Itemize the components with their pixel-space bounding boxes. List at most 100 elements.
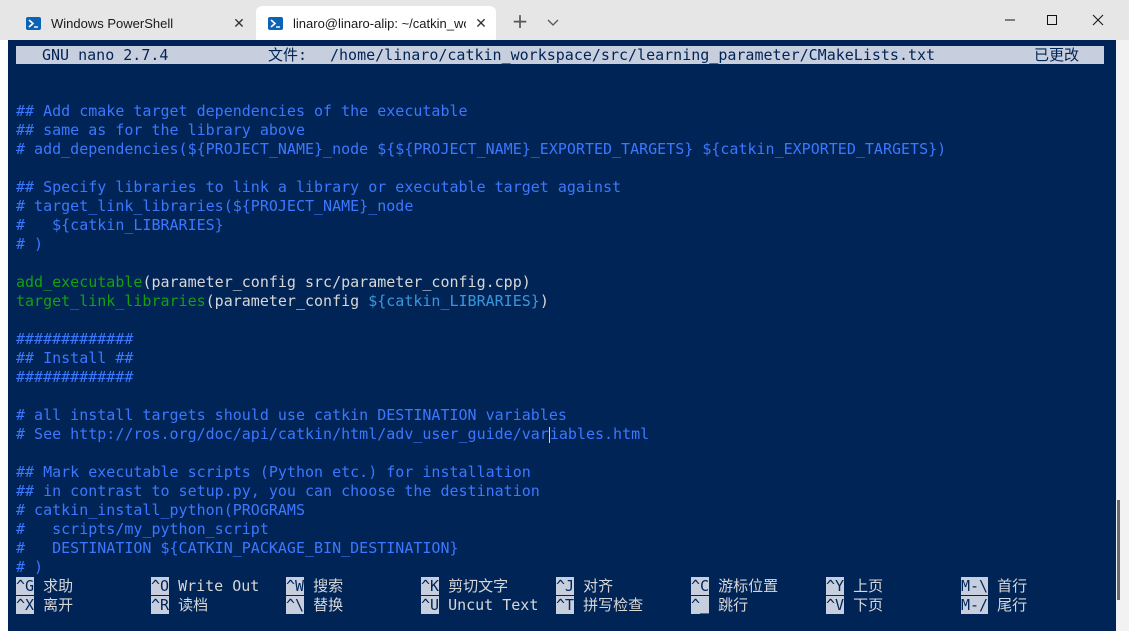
tab-windows-powershell[interactable]: Windows PowerShell ✕ [14, 6, 254, 40]
scrollbar-thumb[interactable] [1117, 500, 1120, 600]
shortcut-label: 离开 [43, 596, 74, 614]
modified-status: 已更改 [1034, 46, 1080, 64]
powershell-icon [268, 16, 283, 30]
line-text: # ) [16, 558, 44, 576]
line-text: # catkin_install_python(PROGRAMS [16, 501, 305, 519]
editor-line: # ${catkin_LIBRARIES} [16, 216, 1106, 235]
shortcut-label: 读档 [178, 596, 209, 614]
editor-line: # See http://ros.org/doc/api/catkin/html… [16, 425, 1106, 444]
shortcut-item: M-/ 尾行 [961, 596, 1027, 615]
editor-line: # ) [16, 235, 1106, 254]
editor-line: # DESTINATION ${CATKIN_PACKAGE_BIN_DESTI… [16, 539, 1106, 558]
shortcut-item: ^V 下页 [826, 596, 883, 615]
shortcut-key: ^\ [286, 596, 305, 614]
shortcut-key: ^X [16, 596, 35, 614]
shortcut-item: ^X 离开 [16, 596, 73, 615]
editor-line: # scripts/my_python_script [16, 520, 1106, 539]
shortcut-item: ^_ 跳行 [691, 596, 748, 615]
shortcut-item: ^U Uncut Text [421, 596, 538, 615]
line-text: ## Mark executable scripts (Python etc.)… [16, 463, 531, 481]
shortcut-label: 跳行 [718, 596, 749, 614]
editor-line: # add_dependencies(${PROJECT_NAME}_node … [16, 140, 1106, 159]
powershell-icon [26, 16, 41, 30]
editor-line: target_link_libraries(parameter_config $… [16, 292, 1106, 311]
shortcut-key: M-/ [961, 596, 989, 614]
shortcut-row: ^G 求助 ^O Write Out ^W 搜索 ^K 剪切文字 ^J 对齐 ^C 游标位置 ^Y 上页 M… [16, 577, 1106, 596]
line-text: # all install targets should use catkin … [16, 406, 567, 424]
shortcut-label: 剪切文字 [448, 577, 509, 595]
shortcut-key: ^J [556, 577, 575, 595]
line-text: ## same as for the library above [16, 121, 305, 139]
shortcut-item: ^W 搜索 [286, 577, 343, 596]
line-text: ## Add cmake target dependencies of the … [16, 102, 468, 120]
editor-line: # catkin_install_python(PROGRAMS [16, 501, 1106, 520]
line-text: ## Install ## [16, 349, 134, 367]
shortcut-label: 游标位置 [718, 577, 779, 595]
tab-label: Windows PowerShell [51, 15, 174, 31]
line-text: ############# [16, 330, 134, 348]
shortcut-item: ^Y 上页 [826, 577, 883, 596]
code-args: (parameter_config src/parameter_config.c… [142, 273, 531, 291]
shortcut-item: ^K 剪切文字 [421, 577, 508, 596]
variable-ref: ${catkin_LIBRARIES} [368, 292, 540, 310]
shortcut-label: 搜索 [313, 577, 344, 595]
close-window-button[interactable] [1075, 0, 1121, 40]
minimize-button[interactable] [987, 0, 1033, 40]
shortcut-label: 上页 [853, 577, 884, 595]
shortcut-item: ^\ 替换 [286, 596, 343, 615]
editor-line: ## Install ## [16, 349, 1106, 368]
maximize-icon [1047, 15, 1057, 25]
line-text: # ${catkin_LIBRARIES} [16, 216, 224, 234]
shortcut-item: ^R 读档 [151, 596, 208, 615]
editor-line: ## in contrast to setup.py, you can choo… [16, 482, 1106, 501]
editor-line: ############# [16, 368, 1106, 387]
shortcut-key: ^_ [691, 596, 710, 614]
editor-line: # target_link_libraries(${PROJECT_NAME}_… [16, 197, 1106, 216]
code-args: (parameter_config [205, 292, 369, 310]
editor-line: add_executable(parameter_config src/para… [16, 273, 1106, 292]
shortcut-label: Write Out [178, 577, 260, 595]
close-icon[interactable]: ✕ [466, 15, 496, 32]
new-tab-button[interactable]: + [508, 10, 532, 34]
terminal-window[interactable]: GNU nano 2.7.4 文件: /home/linaro/catkin_w… [8, 40, 1116, 631]
editor-line: # all install targets should use catkin … [16, 406, 1106, 425]
shortcut-key: ^G [16, 577, 35, 595]
tab-linaro-terminal[interactable]: linaro@linaro-alip: ~/catkin_wo ✕ [256, 6, 496, 40]
shortcut-label: 尾行 [997, 596, 1028, 614]
file-label: 文件: [268, 46, 308, 64]
chevron-down-icon[interactable] [543, 12, 563, 32]
minimize-icon [1005, 19, 1015, 21]
line-text: # See http://ros.org/doc/api/catkin/html… [16, 425, 549, 443]
line-text: # scripts/my_python_script [16, 520, 269, 538]
file-path: /home/linaro/catkin_workspace/src/learni… [330, 46, 936, 64]
shortcut-key: ^W [286, 577, 305, 595]
shortcut-label: 首行 [997, 577, 1028, 595]
editor-line: ## Add cmake target dependencies of the … [16, 102, 1106, 121]
editor-line: ############# [16, 330, 1106, 349]
line-text: # DESTINATION ${CATKIN_PACKAGE_BIN_DESTI… [16, 539, 459, 557]
editor-line: # ) [16, 558, 1106, 577]
shortcut-key: ^T [556, 596, 575, 614]
code-tail: ) [539, 292, 549, 310]
shortcut-item: ^C 游标位置 [691, 577, 778, 596]
close-icon[interactable]: ✕ [224, 15, 254, 32]
close-icon [1092, 14, 1104, 26]
maximize-button[interactable] [1029, 0, 1075, 40]
nano-header: GNU nano 2.7.4 文件: /home/linaro/catkin_w… [16, 46, 1104, 64]
shortcut-row: ^X 离开 ^R 读档 ^\ 替换 ^U Uncut Text ^T 拼写检查 ^_ 跳行 ^V 下页 M-… [16, 596, 1106, 615]
line-text: iables.html [549, 425, 650, 443]
line-text: # add_dependencies(${PROJECT_NAME}_node … [16, 140, 947, 158]
editor-buffer[interactable]: ## Add cmake target dependencies of the … [16, 83, 1106, 577]
shortcut-label: 下页 [853, 596, 884, 614]
editor-line: ## Mark executable scripts (Python etc.)… [16, 463, 1106, 482]
shortcut-label: 求助 [43, 577, 74, 595]
shortcut-label: 替换 [313, 596, 344, 614]
editor-line: ## Specify libraries to link a library o… [16, 178, 1106, 197]
tab-label: linaro@linaro-alip: ~/catkin_wo [293, 15, 466, 31]
shortcut-key: ^R [151, 596, 170, 614]
